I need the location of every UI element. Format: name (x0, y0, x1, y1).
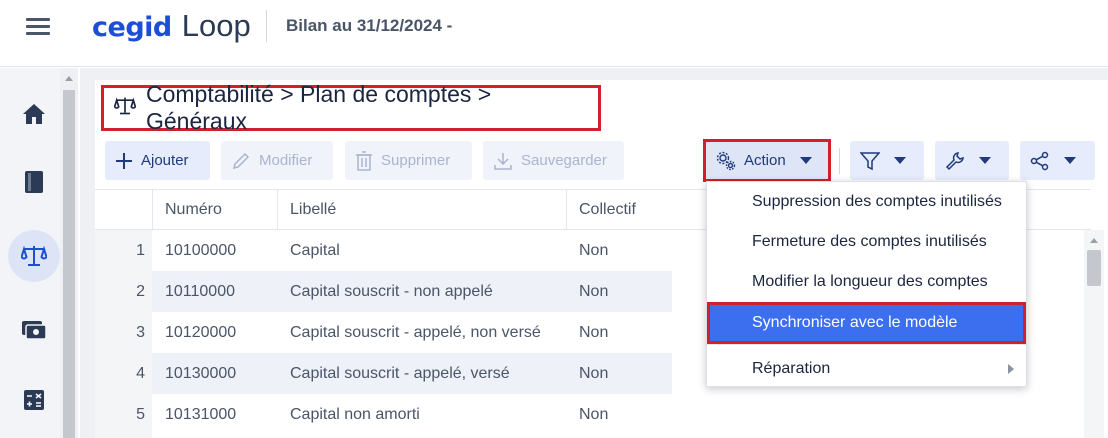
top-bar: cegid Loop Bilan au 31/12/2024 - (0, 0, 1108, 67)
filter-button[interactable] (850, 141, 924, 180)
app-logo: cegid Loop (92, 8, 251, 48)
trash-icon (355, 150, 373, 171)
row-number: 2 (136, 282, 145, 300)
scale-icon (21, 245, 47, 266)
menu-divider (707, 344, 1026, 345)
chevron-down-icon (1064, 157, 1076, 164)
column-header-numero[interactable]: Numéro (152, 190, 277, 230)
nav-home[interactable] (8, 88, 60, 140)
share-icon (1030, 151, 1050, 171)
row-number: 5 (136, 405, 145, 423)
chevron-down-icon (979, 157, 991, 164)
cell-numero: 10131000 (165, 405, 237, 423)
action-menu: Suppression des comptes inutilisés Ferme… (706, 181, 1027, 387)
cell-collectif: Non (579, 241, 609, 259)
edit-button[interactable]: Modifier (221, 141, 333, 180)
edit-button-label: Modifier (259, 152, 313, 169)
brand-cegid: cegid (92, 12, 172, 43)
brand-loop: Loop (181, 8, 251, 43)
cell-collectif: Non (579, 282, 609, 300)
menu-item-repair-label: Réparation (752, 360, 831, 377)
cell-libelle: Capital souscrit - appelé, versé (290, 364, 510, 382)
dossier-context: Bilan au 31/12/2024 - (286, 16, 453, 35)
grid-vertical-scrollbar[interactable] (1084, 230, 1104, 438)
book-icon (25, 171, 43, 193)
menu-item-close-unused-accounts[interactable]: Fermeture des comptes inutilisés (707, 222, 1026, 262)
filter-icon (860, 151, 880, 171)
add-button[interactable]: Ajouter (105, 141, 210, 180)
cell-collectif: Non (579, 364, 609, 382)
cell-libelle: Capital non amorti (290, 405, 420, 423)
table-row[interactable]: 5 10131000 Capital non amorti Non (95, 394, 1091, 438)
column-header-libelle[interactable]: Libellé (277, 190, 566, 230)
left-navigation (0, 68, 60, 438)
cell-libelle: Capital souscrit - appelé, non versé (290, 323, 541, 341)
cell-numero: 10100000 (165, 241, 237, 259)
nav-accounting[interactable] (8, 230, 60, 282)
nav-scrollbar[interactable] (60, 68, 78, 438)
cell-numero: 10130000 (165, 364, 237, 382)
tools-button[interactable] (935, 141, 1009, 180)
delete-button[interactable]: Supprimer (345, 141, 472, 180)
row-number: 4 (136, 364, 145, 382)
scale-icon (113, 96, 137, 121)
cell-libelle: Capital (290, 241, 340, 259)
pencil-icon (231, 151, 251, 171)
hamburger-menu-icon[interactable] (26, 18, 50, 38)
header-divider (266, 10, 267, 42)
cell-numero: 10120000 (165, 323, 237, 341)
cell-numero: 10110000 (165, 282, 235, 300)
cash-icon (22, 321, 47, 340)
add-button-label: Ajouter (141, 152, 189, 169)
gears-icon (716, 151, 736, 171)
plus-icon (115, 152, 133, 170)
delete-button-label: Supprimer (381, 152, 451, 169)
row-number: 1 (136, 241, 145, 259)
chevron-down-icon (799, 157, 812, 164)
cell-collectif: Non (579, 405, 609, 423)
home-icon (23, 104, 45, 124)
save-button[interactable]: Sauvegarder (483, 141, 624, 180)
calculator-icon (24, 390, 44, 410)
menu-item-delete-unused-accounts[interactable]: Suppression des comptes inutilisés (707, 182, 1026, 222)
menu-item-sync-with-model[interactable]: Synchroniser avec le modèle (707, 302, 1026, 344)
download-icon (493, 151, 513, 171)
cell-libelle: Capital souscrit - non appelé (290, 282, 493, 300)
page-title-box: Comptabilité > Plan de comptes > Générau… (101, 81, 601, 134)
wrench-icon (945, 151, 965, 171)
page-title: Comptabilité > Plan de comptes > Générau… (146, 81, 492, 134)
row-number: 3 (136, 323, 145, 341)
share-button[interactable] (1020, 141, 1095, 180)
cell-collectif: Non (579, 323, 609, 341)
chevron-down-icon (894, 157, 906, 164)
action-button-label: Action (744, 152, 786, 169)
nav-calculator[interactable] (8, 374, 60, 426)
save-button-label: Sauvegarder (521, 152, 607, 169)
nav-book[interactable] (8, 156, 60, 208)
nav-cash[interactable] (8, 304, 60, 356)
menu-item-change-account-length[interactable]: Modifier la longueur des comptes (707, 262, 1026, 302)
toolbar-divider (839, 148, 840, 174)
action-button[interactable]: Action (703, 139, 831, 182)
menu-item-repair[interactable]: Réparation (707, 349, 1026, 389)
chevron-right-icon (1008, 364, 1014, 374)
